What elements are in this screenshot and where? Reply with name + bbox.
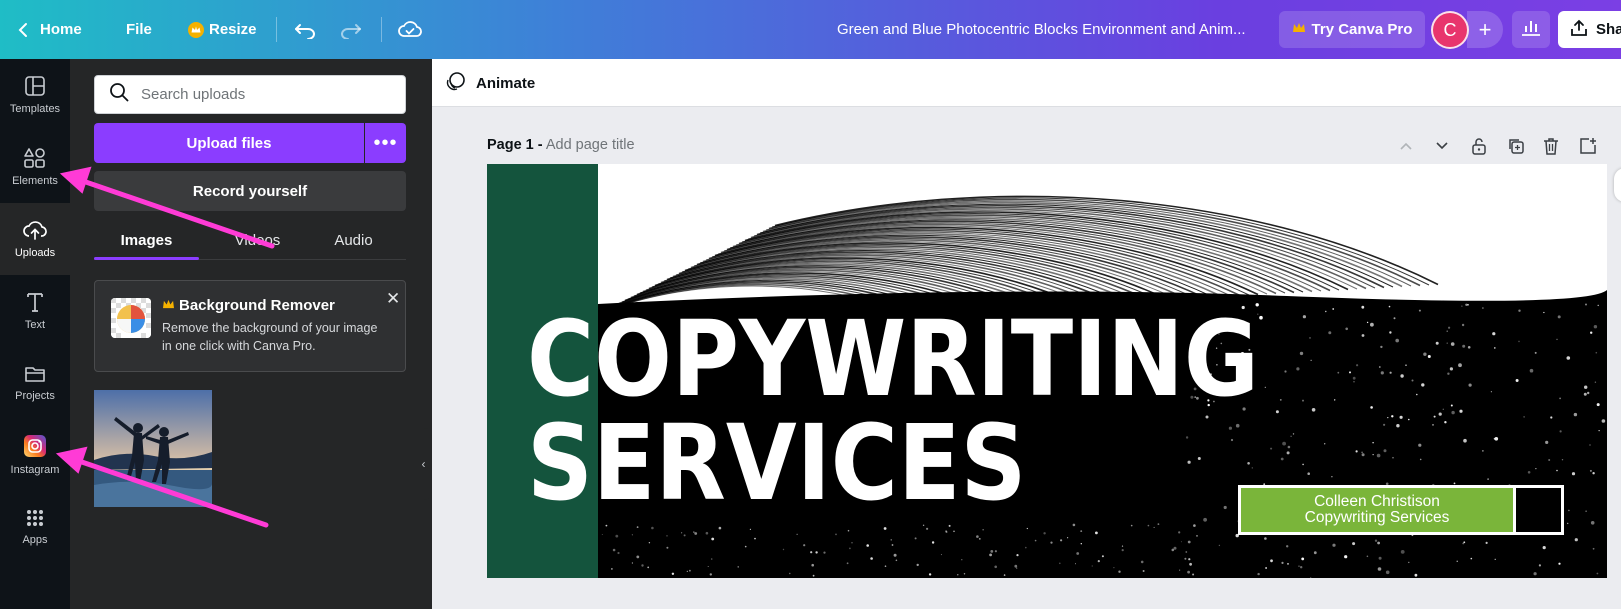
upload-more-options-button[interactable]: ••• [365,123,406,163]
rail-item-templates[interactable]: Templates [0,59,70,131]
undo-icon [294,21,316,39]
lock-page-button[interactable] [1471,136,1487,156]
rail-item-instagram[interactable]: Instagram [0,419,70,491]
toolbar-divider [276,17,277,42]
duplicate-page-button[interactable] [1507,136,1525,156]
home-button[interactable]: Home [18,0,82,59]
file-menu-button[interactable]: File [126,0,152,59]
redo-button[interactable] [340,0,362,59]
promo-title: Background Remover [162,297,335,314]
search-input[interactable] [141,86,391,103]
bar-chart-icon [1521,18,1541,41]
top-toolbar: Home File Resize Green and Blue Photocen… [0,0,1621,59]
promo-description: Remove the background of your image in o… [162,321,378,353]
animate-icon [444,71,466,95]
add-collaborator-button[interactable]: + [1467,11,1503,48]
crown-icon [1292,21,1306,38]
name-box-divider [1513,488,1516,532]
page-title-input[interactable]: Add page title [546,137,635,153]
record-yourself-button[interactable]: Record yourself [94,171,406,211]
search-box[interactable] [94,75,406,114]
active-tab-indicator [94,257,199,260]
folder-icon [24,364,46,384]
page-down-button[interactable] [1435,136,1449,156]
elements-icon [23,147,47,169]
trash-icon [1543,137,1559,155]
undo-button[interactable] [294,0,316,59]
uploads-panel: Upload files ••• Record yourself Images … [70,59,432,609]
add-page-icon [1579,137,1597,155]
chevron-left-icon: ‹ [421,457,426,471]
upload-files-button[interactable]: Upload files [94,123,364,163]
name-label: Colleen Christison Copywriting Services [1241,488,1513,532]
chevron-left-icon [18,22,28,38]
redo-icon [340,21,362,39]
name-text-box[interactable]: Colleen Christison Copywriting Services [1238,485,1564,535]
lock-icon [1471,137,1487,155]
canvas-side-handle[interactable] [1614,168,1621,202]
cloud-save-button[interactable] [398,0,422,59]
toolbar-divider [381,17,382,42]
context-toolbar: Animate [432,59,1621,107]
instagram-icon [23,434,47,458]
animate-button[interactable]: Animate [444,59,535,107]
crown-icon [162,297,175,314]
home-label: Home [40,21,82,38]
rail-item-projects[interactable]: Projects [0,347,70,419]
document-title[interactable]: Green and Blue Photocentric Blocks Envir… [837,0,1246,59]
beach-ball-icon [111,298,151,338]
rail-item-apps[interactable]: Apps [0,491,70,563]
rail-item-text[interactable]: Text [0,275,70,347]
apps-grid-icon [25,508,45,528]
cloud-check-icon [398,20,422,40]
tab-images[interactable]: Images [94,223,199,257]
share-upload-icon [1570,19,1588,41]
text-icon [25,291,45,313]
upload-cloud-icon [23,219,47,241]
background-remover-promo[interactable]: Background Remover Remove the background… [94,280,406,372]
page-title[interactable]: Page 1 - Add page title [487,137,635,153]
tab-videos[interactable]: Videos [205,223,310,257]
add-page-button[interactable] [1579,136,1597,156]
uploaded-image-thumbnail[interactable] [94,390,212,507]
close-icon[interactable]: ✕ [386,289,400,309]
left-rail: Templates Elements Uploads Text Projects… [0,59,70,609]
crown-icon [188,21,204,38]
headline-text[interactable]: COPYWRITING SERVICES [527,307,1259,515]
try-canva-pro-button[interactable]: Try Canva Pro [1279,11,1425,48]
delete-page-button[interactable] [1543,136,1559,156]
search-icon [109,82,129,107]
chevron-down-icon [1435,141,1449,151]
tab-audio[interactable]: Audio [301,223,406,257]
avatar[interactable]: C [1431,11,1469,49]
rail-item-elements[interactable]: Elements [0,131,70,203]
resize-button[interactable]: Resize [188,0,257,59]
collapse-panel-button[interactable]: ‹ [415,428,432,500]
plus-icon: + [1478,16,1492,42]
page-up-button[interactable] [1399,136,1413,156]
templates-icon [24,75,46,97]
insights-button[interactable] [1512,11,1550,48]
share-button[interactable]: Sha [1558,11,1621,48]
chevron-up-icon [1399,141,1413,151]
rail-item-uploads[interactable]: Uploads [0,203,70,275]
duplicate-icon [1507,137,1525,155]
design-page[interactable]: COPYWRITING SERVICES Colleen Christison … [487,164,1607,578]
more-dots-icon: ••• [373,131,398,154]
